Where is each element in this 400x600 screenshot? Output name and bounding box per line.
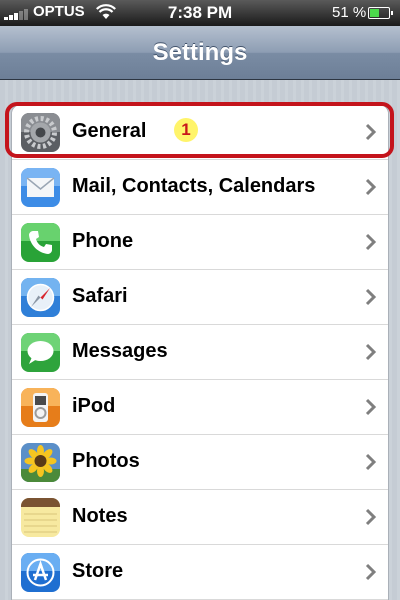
mail-icon xyxy=(21,168,60,207)
chevron-right-icon xyxy=(365,563,377,581)
photos-sunflower-icon xyxy=(21,443,60,482)
settings-row-store[interactable]: Store xyxy=(12,545,388,600)
chevron-right-icon xyxy=(365,343,377,361)
phone-icon xyxy=(21,223,60,262)
settings-row-label: Notes xyxy=(72,505,128,527)
chevron-right-icon xyxy=(365,288,377,306)
settings-row-notes[interactable]: Notes xyxy=(12,490,388,545)
settings-row-label: Safari xyxy=(72,285,128,307)
settings-row-label: Store xyxy=(72,560,124,582)
settings-row-label: Photos xyxy=(72,450,140,472)
status-bar: OPTUS 7:38 PM 51 % xyxy=(0,0,400,26)
battery-percent: 51 % xyxy=(332,4,367,21)
settings-row-ipod[interactable]: iPod xyxy=(12,380,388,435)
navigation-bar: Settings xyxy=(0,26,400,80)
notes-pad-icon xyxy=(21,498,60,537)
chevron-right-icon xyxy=(365,398,377,416)
chevron-right-icon xyxy=(365,178,377,196)
settings-row-label: iPod xyxy=(72,395,116,417)
chevron-right-icon xyxy=(365,233,377,251)
app-store-icon xyxy=(21,553,60,592)
page-title: Settings xyxy=(152,39,248,66)
settings-row-messages[interactable]: Messages xyxy=(12,325,388,380)
settings-list: General 1 Mail, Contacts, Calendars Phon… xyxy=(11,104,389,600)
settings-row-label: Messages xyxy=(72,340,168,362)
chevron-right-icon xyxy=(365,508,377,526)
settings-row-safari[interactable]: Safari xyxy=(12,270,388,325)
settings-row-phone[interactable]: Phone xyxy=(12,215,388,270)
chevron-right-icon xyxy=(365,453,377,471)
messages-bubble-icon xyxy=(21,333,60,372)
settings-row-photos[interactable]: Photos xyxy=(12,435,388,490)
safari-compass-icon xyxy=(21,278,60,317)
settings-row-mail[interactable]: Mail, Contacts, Calendars xyxy=(12,160,388,215)
settings-row-label: Mail, Contacts, Calendars xyxy=(72,175,316,197)
general-highlight-outline xyxy=(5,102,394,158)
ipod-icon xyxy=(21,388,60,427)
settings-row-label: Phone xyxy=(72,230,134,252)
battery-icon xyxy=(368,7,393,19)
